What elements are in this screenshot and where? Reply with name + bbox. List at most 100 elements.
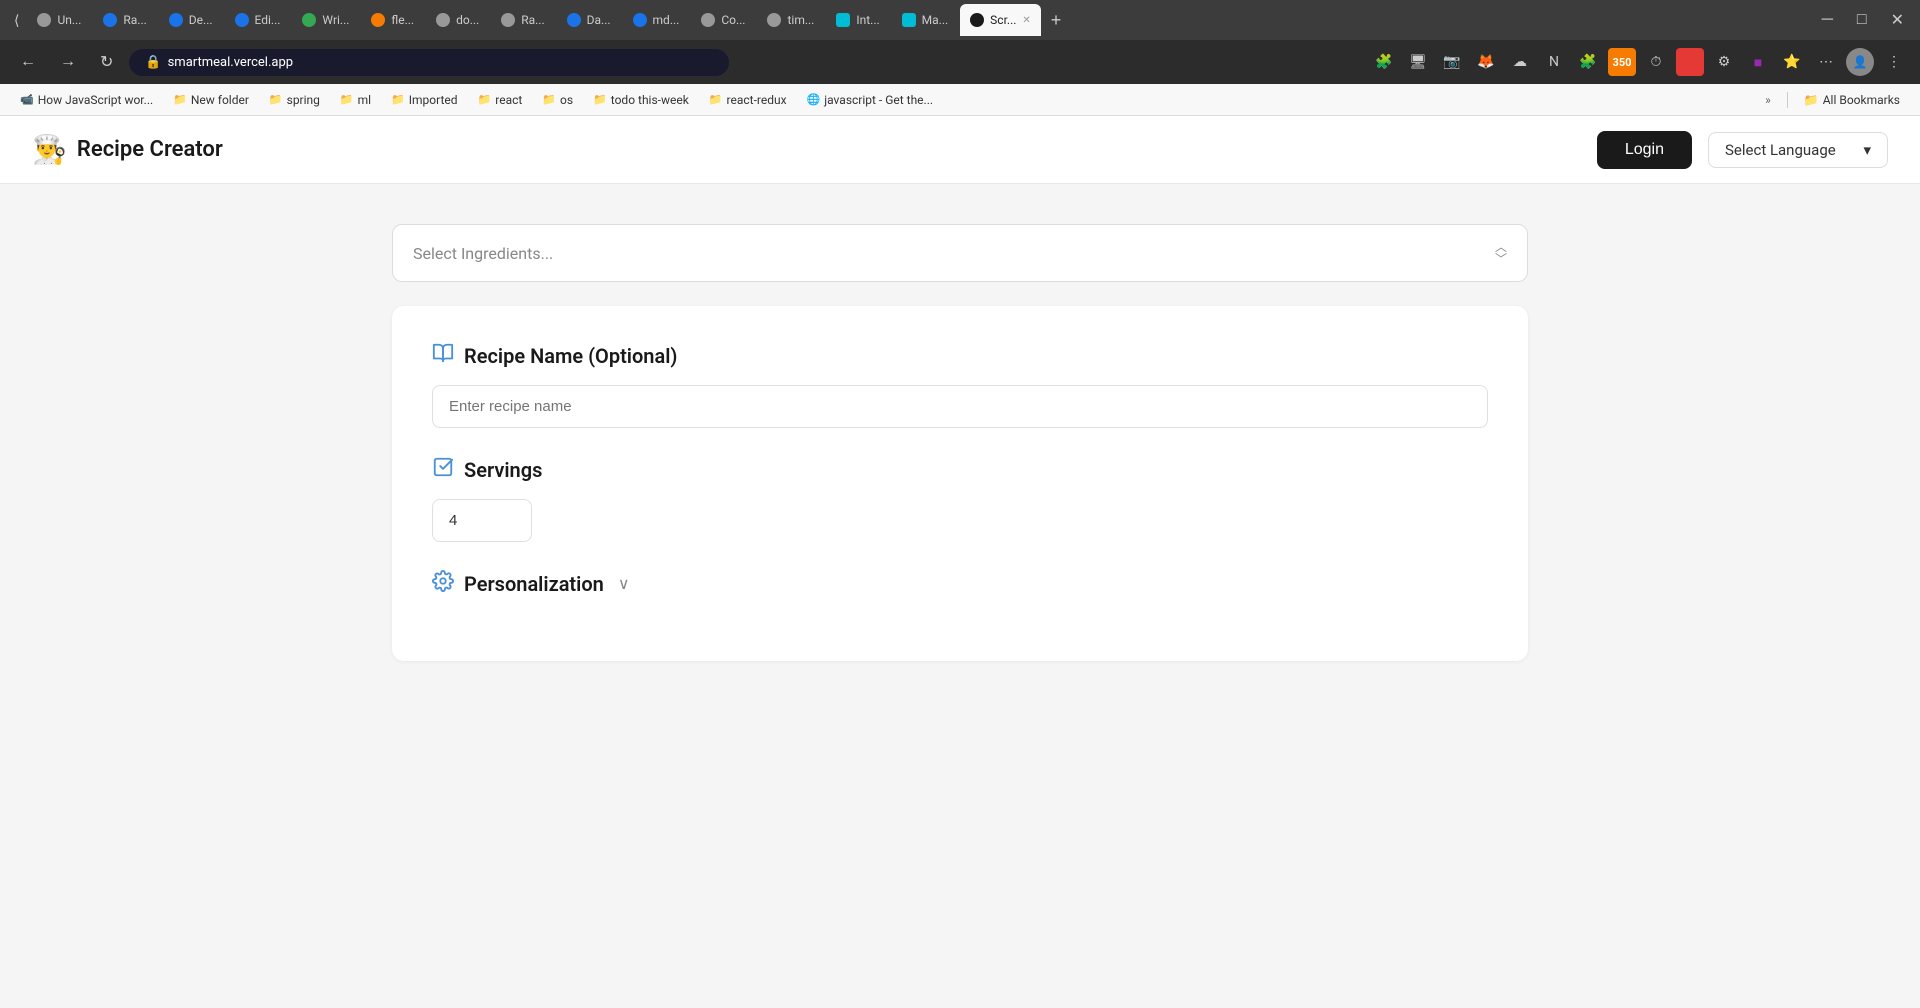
tab-label-8: Ra... <box>521 13 544 27</box>
tab-md[interactable]: md... <box>623 4 690 36</box>
ingredients-placeholder: Select Ingredients... <box>413 244 553 263</box>
language-select-dropdown[interactable]: Select Language ▾ <box>1708 132 1888 168</box>
tab-ra2[interactable]: Ra... <box>491 4 554 36</box>
address-text[interactable]: smartmeal.vercel.app <box>168 55 293 70</box>
all-bookmarks-item[interactable]: 📁 All Bookmarks <box>1796 91 1908 109</box>
tab-back-btn[interactable]: ⟨ <box>8 8 25 33</box>
bookmark-react-label: react <box>495 93 522 107</box>
cloud-icon[interactable]: ☁ <box>1506 48 1534 76</box>
red-icon[interactable] <box>1676 48 1704 76</box>
tab-favicon-9 <box>567 13 581 27</box>
address-input[interactable]: 🔒 smartmeal.vercel.app <box>129 49 729 76</box>
bookmark-spring-label: spring <box>287 93 320 107</box>
servings-icon <box>432 456 454 483</box>
bookmark-todo[interactable]: 📁 todo this-week <box>585 91 697 109</box>
tab-favicon-4 <box>235 13 249 27</box>
tab-ma[interactable]: Ma... <box>892 4 959 36</box>
servings-input[interactable] <box>432 499 532 542</box>
maximize-button[interactable]: □ <box>1849 7 1875 33</box>
timer-icon[interactable]: ⏱ <box>1642 48 1670 76</box>
recipe-name-input[interactable] <box>432 385 1488 428</box>
personalization-toggle[interactable]: Personalization ∨ <box>432 570 1488 597</box>
tab-favicon-15 <box>970 13 984 27</box>
bookmarks-icon[interactable]: ⭐ <box>1778 48 1806 76</box>
tab-tim[interactable]: tim... <box>757 4 824 36</box>
profile-avatar[interactable]: 👤 <box>1846 48 1874 76</box>
reload-button[interactable]: ↻ <box>92 48 121 76</box>
bookmark-ml[interactable]: 📁 ml <box>332 91 379 109</box>
ingredients-select-input[interactable]: Select Ingredients... ︿ ﹀ <box>392 224 1528 282</box>
chevron-down-icon: ▾ <box>1863 141 1871 159</box>
tab-da[interactable]: Da... <box>557 4 621 36</box>
bookmark-react-redux[interactable]: 📁 react-redux <box>701 91 795 109</box>
more-icon[interactable]: ⋯ <box>1812 48 1840 76</box>
close-button[interactable]: ✕ <box>1883 6 1912 34</box>
tab-de[interactable]: De... <box>159 4 223 36</box>
camera-icon[interactable]: 📷 <box>1438 48 1466 76</box>
tab-label-15: Scr... <box>990 13 1016 27</box>
tab-co[interactable]: Co... <box>691 4 755 36</box>
tab-favicon-8 <box>501 13 515 27</box>
tab-favicon-2 <box>103 13 117 27</box>
tab-favicon-14 <box>902 13 916 27</box>
forward-button[interactable]: → <box>52 49 84 75</box>
badge-350-icon[interactable]: 350 <box>1608 48 1636 76</box>
tab-ra1[interactable]: Ra... <box>93 4 156 36</box>
ingredients-arrow-icon: ︿ ﹀ <box>1495 241 1507 265</box>
login-button[interactable]: Login <box>1597 131 1692 169</box>
bookmarks-more-button[interactable]: » <box>1757 91 1779 109</box>
fox-icon[interactable]: 🦊 <box>1472 48 1500 76</box>
tab-close-icon[interactable]: ✕ <box>1022 15 1030 26</box>
tab-label-3: De... <box>189 13 213 27</box>
tab-un[interactable]: Un... <box>27 4 91 36</box>
bookmark-js-label: How JavaScript wor... <box>38 93 153 107</box>
minimize-button[interactable]: ─ <box>1814 7 1841 33</box>
personalization-label: Personalization <box>464 572 604 596</box>
tab-bar: ⟨ Un... Ra... De... Edi... Wri... fle... <box>0 0 1920 40</box>
tab-int[interactable]: Int... <box>826 4 889 36</box>
tab-favicon-13 <box>836 13 850 27</box>
bookmark-javascript[interactable]: 🌐 javascript - Get the... <box>799 91 942 109</box>
tab-label-7: do... <box>456 13 479 27</box>
browser-menu-icon[interactable]: ⋮ <box>1880 48 1908 76</box>
bookmark-new-folder-label: New folder <box>191 93 249 107</box>
bookmark-imported[interactable]: 📁 Imported <box>383 91 466 109</box>
settings-icon[interactable]: ⚙ <box>1710 48 1738 76</box>
bookmarks-divider <box>1787 92 1788 108</box>
purple-icon[interactable]: ■ <box>1744 48 1772 76</box>
bookmark-spring[interactable]: 📁 spring <box>261 91 328 109</box>
tab-edi[interactable]: Edi... <box>225 4 291 36</box>
recipe-name-label: Recipe Name (Optional) <box>464 344 677 368</box>
tab-do[interactable]: do... <box>426 4 489 36</box>
bookmarks-bar: 📹 How JavaScript wor... 📁 New folder 📁 s… <box>0 84 1920 116</box>
lock-icon: 🔒 <box>145 55 161 70</box>
tab-scr[interactable]: Scr... ✕ <box>960 4 1041 36</box>
bookmark-web-icon: 🌐 <box>807 93 821 106</box>
new-tab-button[interactable]: + <box>1043 8 1070 33</box>
notion-icon[interactable]: N <box>1540 48 1568 76</box>
bookmark-folder-icon-2: 📁 <box>269 93 283 106</box>
bookmark-folder-icon-5: 📁 <box>478 93 492 106</box>
bookmark-folder-icon-8: 📁 <box>709 93 723 106</box>
bookmark-js[interactable]: 📹 How JavaScript wor... <box>12 91 161 109</box>
cast-icon[interactable]: 🖥 <box>1404 48 1432 76</box>
ingredients-select-wrapper: Select Ingredients... ︿ ﹀ <box>392 224 1528 282</box>
bookmark-new-folder[interactable]: 📁 New folder <box>165 91 257 109</box>
bookmark-javascript-label: javascript - Get the... <box>824 93 933 107</box>
tab-favicon-7 <box>436 13 450 27</box>
tab-fle[interactable]: fle... <box>361 4 424 36</box>
bookmark-js-icon: 📹 <box>20 93 34 106</box>
tab-label-6: fle... <box>391 13 414 27</box>
back-button[interactable]: ← <box>12 49 44 75</box>
address-bar: ← → ↻ 🔒 smartmeal.vercel.app 🧩 🖥 📷 🦊 ☁ N… <box>0 40 1920 84</box>
bookmark-os[interactable]: 📁 os <box>534 91 581 109</box>
all-bookmarks-folder-icon: 📁 <box>1804 93 1819 107</box>
puzzle-icon[interactable]: 🧩 <box>1574 48 1602 76</box>
tab-label-1: Un... <box>57 13 81 27</box>
tab-wri[interactable]: Wri... <box>292 4 359 36</box>
bookmark-react[interactable]: 📁 react <box>470 91 531 109</box>
app-title: Recipe Creator <box>77 137 223 162</box>
bookmark-react-redux-label: react-redux <box>727 93 787 107</box>
chef-hat-icon: 👨‍🍳 <box>32 133 67 166</box>
extensions-icon[interactable]: 🧩 <box>1370 48 1398 76</box>
